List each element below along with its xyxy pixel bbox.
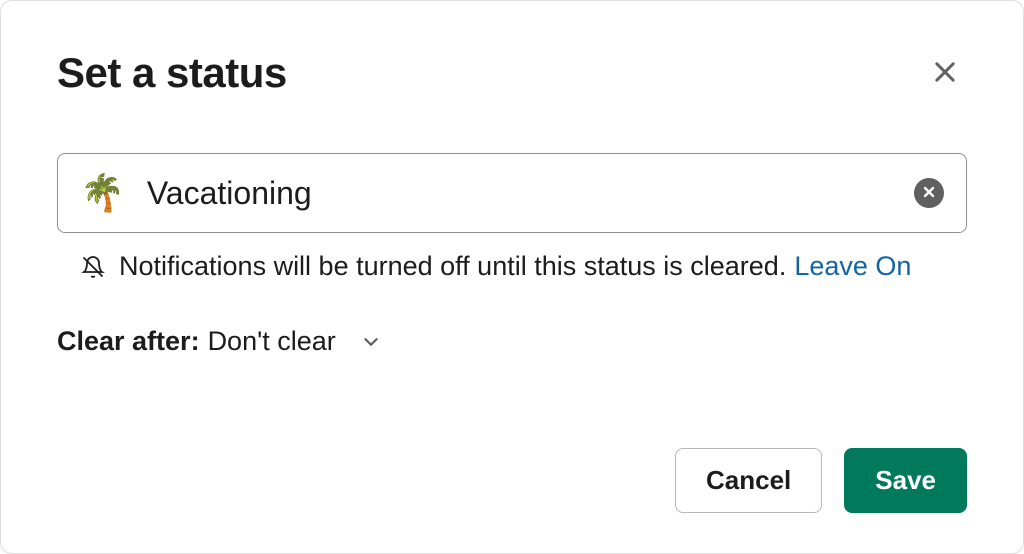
- close-icon: [931, 58, 959, 89]
- save-button[interactable]: Save: [844, 448, 967, 513]
- status-emoji-picker[interactable]: 🌴: [80, 172, 125, 214]
- status-input-container: 🌴: [57, 153, 967, 233]
- status-text-input[interactable]: [147, 175, 914, 212]
- leave-on-link[interactable]: Leave On: [794, 251, 911, 282]
- notification-info-row: Notifications will be turned off until t…: [57, 251, 967, 282]
- set-status-modal: Set a status 🌴: [0, 0, 1024, 554]
- notification-text: Notifications will be turned off until t…: [119, 251, 786, 282]
- clear-status-button[interactable]: [914, 178, 944, 208]
- clear-after-label: Clear after:: [57, 326, 200, 357]
- cancel-button[interactable]: Cancel: [675, 448, 822, 513]
- modal-title: Set a status: [57, 49, 287, 97]
- modal-header: Set a status: [57, 49, 967, 97]
- modal-footer: Cancel Save: [57, 448, 967, 513]
- clear-after-value: Don't clear: [208, 326, 336, 357]
- bell-off-icon: [81, 255, 105, 279]
- clear-x-icon: [921, 184, 937, 203]
- chevron-down-icon: [360, 331, 382, 353]
- close-button[interactable]: [923, 50, 967, 97]
- clear-after-dropdown[interactable]: Clear after: Don't clear: [57, 326, 967, 357]
